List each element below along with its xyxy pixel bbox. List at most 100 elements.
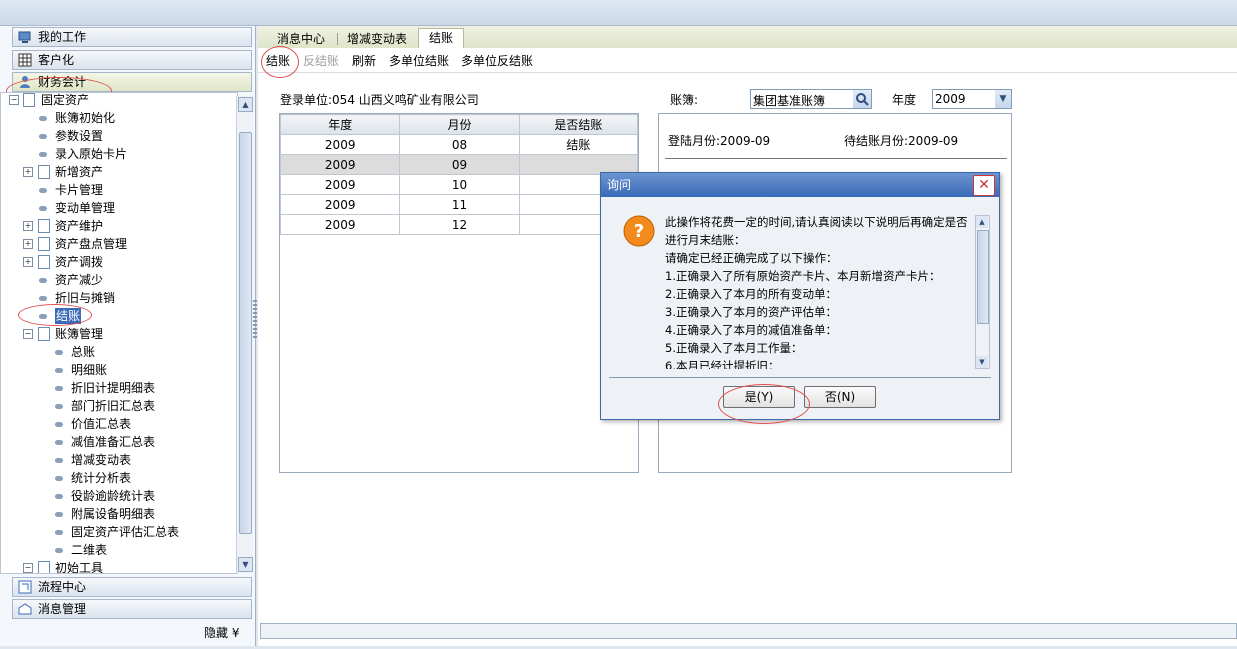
tree-item-label: 二维表: [71, 543, 108, 557]
tree-item[interactable]: 固定资产评估汇总表: [1, 523, 237, 541]
tree-item[interactable]: 总账: [1, 343, 237, 361]
table-row[interactable]: 2009 10: [279, 174, 639, 195]
nav-header-customization[interactable]: 客户化: [12, 50, 252, 70]
tree-item-label: 统计分析表: [71, 471, 132, 485]
tree-item[interactable]: + 资产维护: [1, 217, 237, 235]
tab-message-center[interactable]: 消息中心: [277, 30, 325, 48]
expand-icon[interactable]: +: [23, 257, 33, 267]
dialog-scrollbar[interactable]: ▲ ▼: [975, 215, 990, 369]
tree-item[interactable]: 价值汇总表: [1, 415, 237, 433]
scroll-up-icon[interactable]: ▲: [976, 216, 988, 228]
tree-item[interactable]: − 固定资产: [1, 93, 237, 109]
table-cell: 结账: [518, 134, 639, 155]
tree-item[interactable]: 账簿初始化: [1, 109, 237, 127]
expand-icon[interactable]: +: [23, 221, 33, 231]
table-cell: 11: [399, 194, 520, 215]
tree-item[interactable]: + 资产盘点管理: [1, 235, 237, 253]
multi-unit-close-button[interactable]: 多单位结账: [389, 52, 449, 69]
nav-header-my-work[interactable]: 我的工作: [12, 27, 252, 47]
scrollbar-thumb[interactable]: [977, 230, 989, 324]
chevron-down-icon[interactable]: ▼: [995, 90, 1011, 108]
tree-item[interactable]: 折旧与摊销: [1, 289, 237, 307]
table-row[interactable]: 2009 08 结账: [279, 134, 639, 155]
tree-item[interactable]: + 新增资产: [1, 163, 237, 181]
tree-item[interactable]: 录入原始卡片: [1, 145, 237, 163]
nav-header-flow-center[interactable]: 流程中心: [12, 577, 252, 597]
reverse-close-button[interactable]: 反结账: [303, 52, 339, 69]
table-row[interactable]: 2009 12: [279, 214, 639, 235]
scrollbar-thumb[interactable]: [239, 132, 252, 534]
leaf-icon: [55, 368, 63, 373]
refresh-button[interactable]: 刷新: [352, 52, 376, 69]
tree-item-label: 初始工具: [55, 561, 104, 574]
table-cell: 09: [399, 154, 520, 175]
tree-item[interactable]: 减值准备汇总表: [1, 433, 237, 451]
tree-item[interactable]: 附属设备明细表: [1, 505, 237, 523]
column-header[interactable]: 年度: [279, 114, 401, 135]
tree-item[interactable]: 参数设置: [1, 127, 237, 145]
horizontal-scrollbar[interactable]: [260, 623, 1237, 639]
tree-item[interactable]: 资产减少: [1, 271, 237, 289]
tree-scrollbar[interactable]: ▲ ▼: [236, 96, 253, 573]
expand-icon[interactable]: +: [23, 239, 33, 249]
login-month: 登陆月份:2009-09: [668, 134, 771, 148]
tree-item[interactable]: 部门折旧汇总表: [1, 397, 237, 415]
table-cell: 2009: [279, 154, 401, 175]
table-row[interactable]: 2009 11: [279, 194, 639, 215]
period-table: 年度 月份 是否结账 2009 08 结账 2009 09 2009 10 2009 11 2009 1…: [279, 114, 639, 235]
tree-item[interactable]: 增减变动表: [1, 451, 237, 469]
search-icon[interactable]: [853, 90, 871, 108]
expand-icon[interactable]: +: [23, 167, 33, 177]
close-icon[interactable]: ✕: [973, 175, 995, 196]
tab-closing[interactable]: 结账: [418, 28, 464, 49]
tree-item-label: 价值汇总表: [71, 417, 132, 431]
tree-item[interactable]: − 账簿管理: [1, 325, 237, 343]
confirm-dialog: 询问 ✕ ? 此操作将花费一定的时间,请认真阅读以下说明后再确定是否进行月末结账…: [600, 172, 1000, 420]
tree-item[interactable]: + 资产调拨: [1, 253, 237, 271]
panel-splitter[interactable]: [253, 300, 257, 340]
nav-header-label: 我的工作: [38, 30, 87, 44]
left-navigation-panel: 我的工作 客户化 财务会计 − 固定资产 账簿初始化 参数设置 录入原始卡片 + 新增资产卡…: [0, 26, 256, 646]
ledger-field[interactable]: 集团基准账簿: [750, 89, 872, 109]
tree-item[interactable]: 统计分析表: [1, 469, 237, 487]
collapse-icon[interactable]: −: [23, 329, 33, 339]
tree-item[interactable]: 二维表: [1, 541, 237, 559]
tree-item[interactable]: 变动单管理: [1, 199, 237, 217]
tree-item-label: 减值准备汇总表: [71, 435, 156, 449]
hide-panel-link[interactable]: 隐藏 ¥: [204, 624, 239, 641]
folder-icon: [38, 165, 50, 179]
dialog-message-line: 请确定已经正确完成了以下操作：: [665, 251, 838, 265]
nav-header-message[interactable]: 消息管理: [12, 599, 252, 619]
leaf-icon: [55, 350, 63, 355]
year-select[interactable]: 2009 ▼: [932, 89, 1012, 109]
year-value: 2009: [935, 92, 966, 106]
tree-item[interactable]: 明细账: [1, 361, 237, 379]
scroll-up-icon[interactable]: ▲: [238, 97, 253, 112]
collapse-icon[interactable]: −: [9, 95, 19, 105]
period-table-panel: 年度 月份 是否结账 2009 08 结账 2009 09 2009 10 2009 11 2009 1…: [279, 113, 639, 473]
tree-item[interactable]: 卡片管理: [1, 181, 237, 199]
tree-item-label: 折旧计提明细表: [71, 381, 156, 395]
leaf-icon: [55, 386, 63, 391]
tree-item-label: 资产减少: [55, 273, 104, 287]
tree-item[interactable]: − 初始工具: [1, 559, 237, 574]
tree-item[interactable]: 役龄逾龄统计表: [1, 487, 237, 505]
collapse-icon[interactable]: −: [23, 563, 33, 573]
dialog-message-line: 6.本月已经计提折旧：: [665, 359, 780, 369]
scroll-down-icon[interactable]: ▼: [976, 356, 988, 368]
column-header[interactable]: 是否结账: [518, 114, 639, 135]
multi-unit-reverse-close-button[interactable]: 多单位反结账: [461, 52, 533, 69]
tree-item[interactable]: 折旧计提明细表: [1, 379, 237, 397]
tree-item-label: 资产盘点管理: [55, 237, 128, 251]
dialog-title: 询问: [607, 178, 632, 192]
no-button[interactable]: 否(N): [804, 386, 876, 408]
column-header[interactable]: 月份: [399, 114, 520, 135]
leaf-icon: [39, 278, 47, 283]
scroll-down-icon[interactable]: ▼: [238, 557, 253, 572]
folder-icon: [38, 255, 50, 269]
dialog-message: 此操作将花费一定的时间,请认真阅读以下说明后再确定是否进行月末结账： 请确定已经正…: [665, 213, 975, 369]
tab-changes-report[interactable]: 增减变动表: [347, 30, 407, 48]
table-cell: 2009: [279, 174, 401, 195]
table-row[interactable]: 2009 09: [279, 154, 639, 175]
table-cell: 2009: [279, 194, 401, 215]
